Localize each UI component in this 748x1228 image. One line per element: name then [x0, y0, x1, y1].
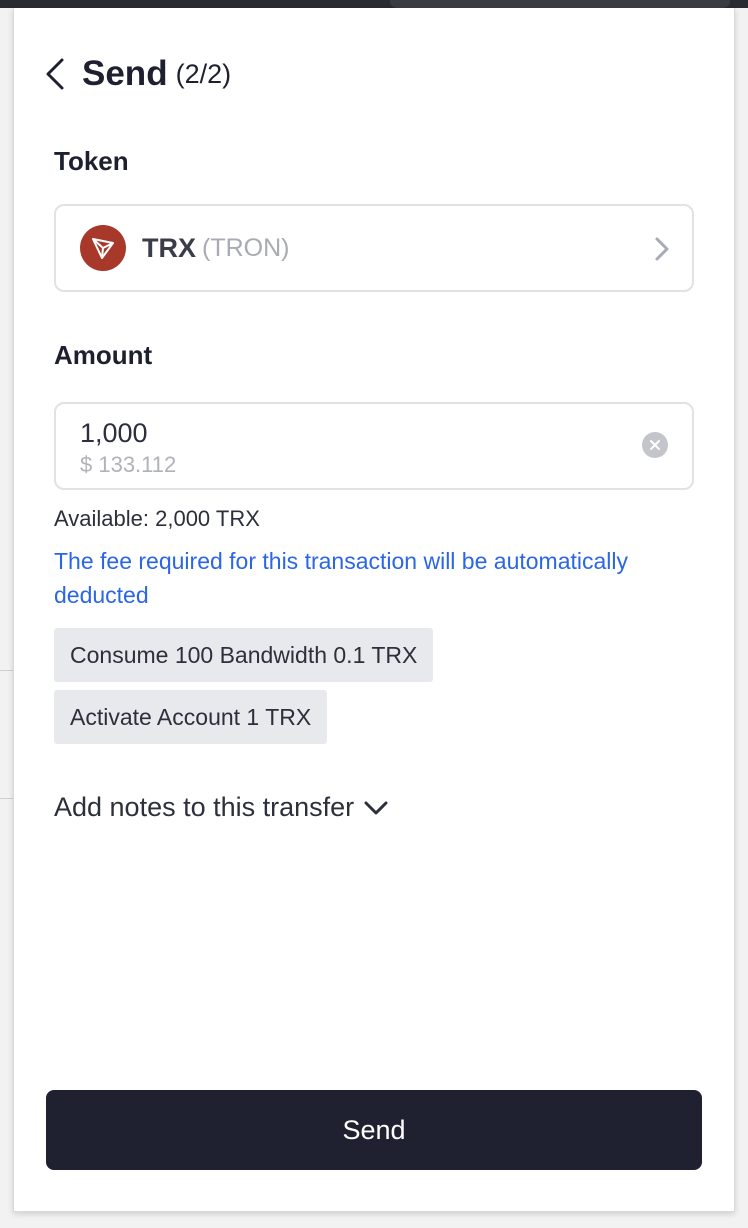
clear-amount-button[interactable] — [642, 432, 668, 458]
token-label: Token — [54, 146, 129, 176]
tron-logo-icon — [80, 225, 126, 271]
available-balance: Available: 2,000 TRX — [54, 506, 260, 531]
add-notes-label: Add notes to this transfer — [54, 792, 355, 822]
amount-value: 1,000 — [80, 418, 148, 448]
back-button[interactable] — [42, 52, 68, 96]
background-divider — [0, 798, 14, 799]
chevron-left-icon — [46, 58, 64, 90]
token-network: (TRON) — [202, 233, 290, 262]
amount-usd-value: $ 133.112 — [80, 452, 177, 477]
amount-input[interactable]: 1,000 $ 133.112 — [54, 402, 694, 490]
browser-tab-strip — [390, 0, 730, 8]
fee-chip-activate: Activate Account 1 TRX — [54, 690, 328, 744]
chevron-right-icon — [655, 237, 669, 261]
amount-label: Amount — [54, 340, 153, 370]
token-symbol: TRX — [142, 232, 196, 263]
send-button[interactable]: Send — [46, 1090, 702, 1170]
send-panel: Send (2/2) Token TRX (TRON) Amount 1,000… — [13, 8, 735, 1212]
browser-top-bar — [0, 0, 748, 8]
fee-notice: The fee required for this transaction wi… — [54, 548, 629, 608]
add-notes-toggle[interactable]: Add notes to this transfer — [54, 792, 390, 823]
fee-chip-bandwidth: Consume 100 Bandwidth 0.1 TRX — [54, 628, 434, 682]
page-title: Send — [82, 54, 168, 93]
background-divider — [0, 670, 14, 671]
chevron-down-icon — [364, 801, 388, 814]
page-header: Send (2/2) — [42, 52, 231, 96]
token-selector[interactable]: TRX (TRON) — [54, 204, 694, 292]
close-icon — [650, 440, 660, 450]
step-indicator: (2/2) — [175, 58, 232, 89]
